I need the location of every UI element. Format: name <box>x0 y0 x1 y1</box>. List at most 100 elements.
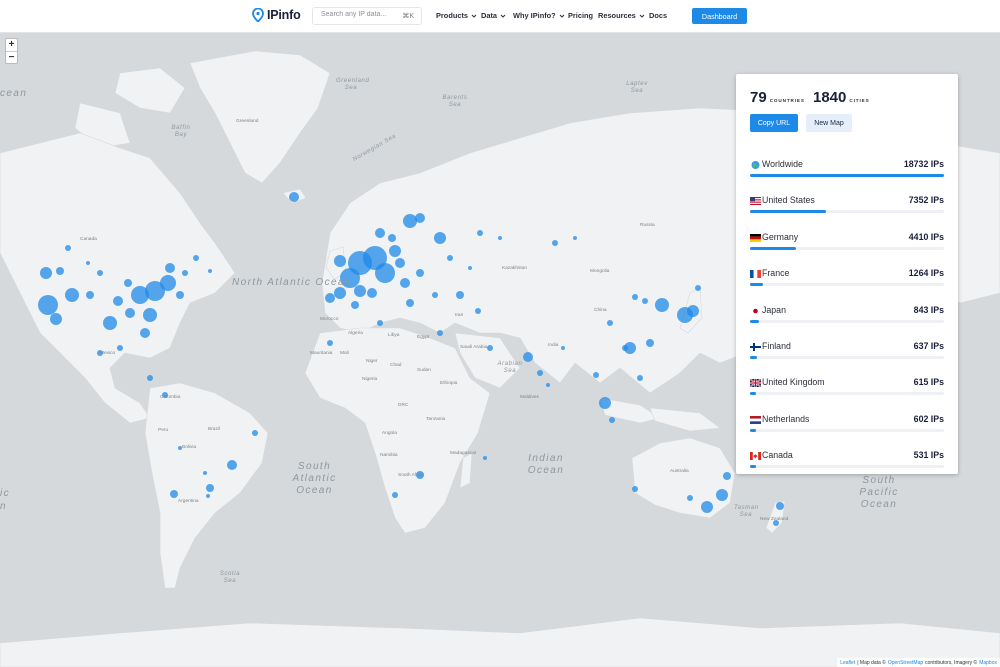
dashboard-button[interactable]: Dashboard <box>692 8 747 24</box>
country-label-niger: Niger <box>366 359 378 364</box>
nav-data[interactable]: Data <box>481 11 506 20</box>
country-label-greenland: Greenland <box>236 119 259 124</box>
country-row[interactable]: United Kingdom 615 IPs <box>750 377 944 401</box>
flag-jp-icon <box>750 306 761 315</box>
top-navigation-bar: IPinfo ⌘K Products Data Why IPinfo? Pric… <box>0 0 1000 33</box>
country-row[interactable]: Canada 531 IPs <box>750 450 944 474</box>
flag-ca-icon <box>750 452 761 461</box>
ip-count: 531 IPs <box>913 450 944 461</box>
ipinfo-logo[interactable]: IPinfo <box>252 8 301 22</box>
country-label-madagascar: Madagascar <box>450 451 477 456</box>
search-input[interactable] <box>321 11 399 18</box>
country-label-china: China <box>594 308 607 313</box>
country-label-argentina: Argentina <box>178 499 199 504</box>
chevron-down-icon <box>559 14 565 18</box>
share-bar-fill <box>750 319 759 323</box>
attribution-text-2: contributors, Imagery © <box>925 660 978 666</box>
country-row[interactable]: United States 7352 IPs <box>750 195 944 219</box>
country-row[interactable]: Worldwide 18732 IPs <box>750 159 944 183</box>
openstreetmap-link[interactable]: OpenStreetMap <box>888 660 923 666</box>
search-box[interactable]: ⌘K <box>312 7 422 25</box>
nav-label: Why IPinfo? <box>513 11 556 20</box>
country-label-australia: Australia <box>670 469 689 474</box>
nav-pricing[interactable]: Pricing <box>568 11 593 20</box>
country-row[interactable]: Japan 843 IPs <box>750 305 944 329</box>
country-label-ethiopia: Ethiopia <box>440 381 458 386</box>
country-label-bolivia: Bolivia <box>182 445 197 450</box>
nav-why-ipinfo[interactable]: Why IPinfo? <box>513 11 565 20</box>
sea-label-arabian: Arabian Sea <box>497 361 523 374</box>
country-label-saudi-arabia: Saudi Arabia <box>460 345 488 350</box>
flag-fi-icon <box>750 343 761 351</box>
country-label-sudan: Sudan <box>417 368 431 373</box>
mapbox-link[interactable]: Mapbox <box>979 660 997 666</box>
share-bar-fill <box>750 428 757 432</box>
nav-docs[interactable]: Docs <box>649 11 667 20</box>
leaflet-link[interactable]: Leaflet <box>840 660 855 666</box>
share-bar-fill <box>750 356 757 359</box>
nav-label: Pricing <box>568 11 594 20</box>
country-label-mexico: Mexico <box>100 351 116 356</box>
country-label-south-africa: South Africa <box>398 473 424 478</box>
ocean-label-pacific-partial-2: n <box>0 501 7 512</box>
share-bar-fill <box>750 283 764 287</box>
zoom-in-button[interactable]: + <box>6 39 17 51</box>
share-bar-track <box>750 210 944 214</box>
globe-icon <box>751 161 760 169</box>
country-label-maldives: Maldives <box>520 395 539 400</box>
ip-count: 843 IPs <box>913 304 944 315</box>
share-bar-fill <box>750 174 944 177</box>
country-name: Worldwide <box>762 159 803 169</box>
chevron-down-icon <box>500 14 506 18</box>
flag-nl-icon <box>750 415 761 424</box>
country-row[interactable]: France 1264 IPs <box>750 268 944 292</box>
nav-products[interactable]: Products <box>436 11 477 20</box>
countries-label: COUNTRIES <box>769 98 805 103</box>
cities-label: CITIES <box>849 98 870 103</box>
country-label-kazakhstan: Kazakhstan <box>502 266 528 271</box>
zoom-out-button[interactable]: − <box>6 51 17 63</box>
chevron-down-icon <box>639 14 645 18</box>
sea-label-greenland: Greenland Sea <box>336 78 370 91</box>
country-label-peru: Peru <box>158 428 169 433</box>
share-bar-track <box>750 428 944 432</box>
country-row[interactable]: Germany 4410 IPs <box>750 232 944 256</box>
country-name: Germany <box>762 231 799 242</box>
attribution-text: | Map data © <box>857 660 886 666</box>
country-label-tanzania: Tanzania <box>426 417 446 422</box>
flag-fr-icon <box>750 270 761 279</box>
ocean-label-south-atlantic: South Atlantic Ocean <box>292 461 337 496</box>
flag-de-icon <box>750 233 761 242</box>
sea-label-scotia: Scotia Sea <box>219 571 241 584</box>
country-name: Netherlands <box>762 413 810 424</box>
country-label-angola: Angola <box>382 431 397 436</box>
ip-count: 18732 IPs <box>903 159 944 169</box>
country-label-morocco: Morocco <box>320 317 339 322</box>
new-map-button[interactable]: New Map <box>806 114 852 132</box>
cities-count: 1840 <box>813 89 847 106</box>
country-name: Finland <box>762 341 791 351</box>
share-bar-track <box>750 319 944 323</box>
country-label-colombia: Colombia <box>160 395 181 400</box>
ip-count: 637 IPs <box>913 341 944 351</box>
country-label-libya: Libya <box>388 333 400 338</box>
share-bar-fill <box>750 246 796 250</box>
country-row[interactable]: Finland 637 IPs <box>750 341 944 365</box>
copy-url-button[interactable]: Copy URL <box>750 114 798 132</box>
share-bar-fill <box>750 392 757 396</box>
country-label-chad: Chad <box>390 363 402 368</box>
nav-label: Docs <box>649 11 668 20</box>
search-shortcut-hint: ⌘K <box>402 13 414 20</box>
sea-label-baffin: Baffin Bay <box>171 125 191 138</box>
country-label-iran: Iran <box>455 313 464 318</box>
country-row[interactable]: Netherlands 602 IPs <box>750 414 944 438</box>
ocean-label-north-atlantic: North Atlantic Ocean <box>232 277 352 288</box>
flag-us-icon <box>750 197 761 206</box>
nav-resources[interactable]: Resources <box>598 11 645 20</box>
ocean-label-pacific-partial: ic <box>0 488 11 499</box>
ip-count: 615 IPs <box>913 377 944 388</box>
nav-label: Data <box>481 11 498 20</box>
country-label-new-zealand: New Zealand <box>760 517 789 522</box>
zoom-control: + − <box>5 38 18 64</box>
country-name: Canada <box>762 450 793 461</box>
